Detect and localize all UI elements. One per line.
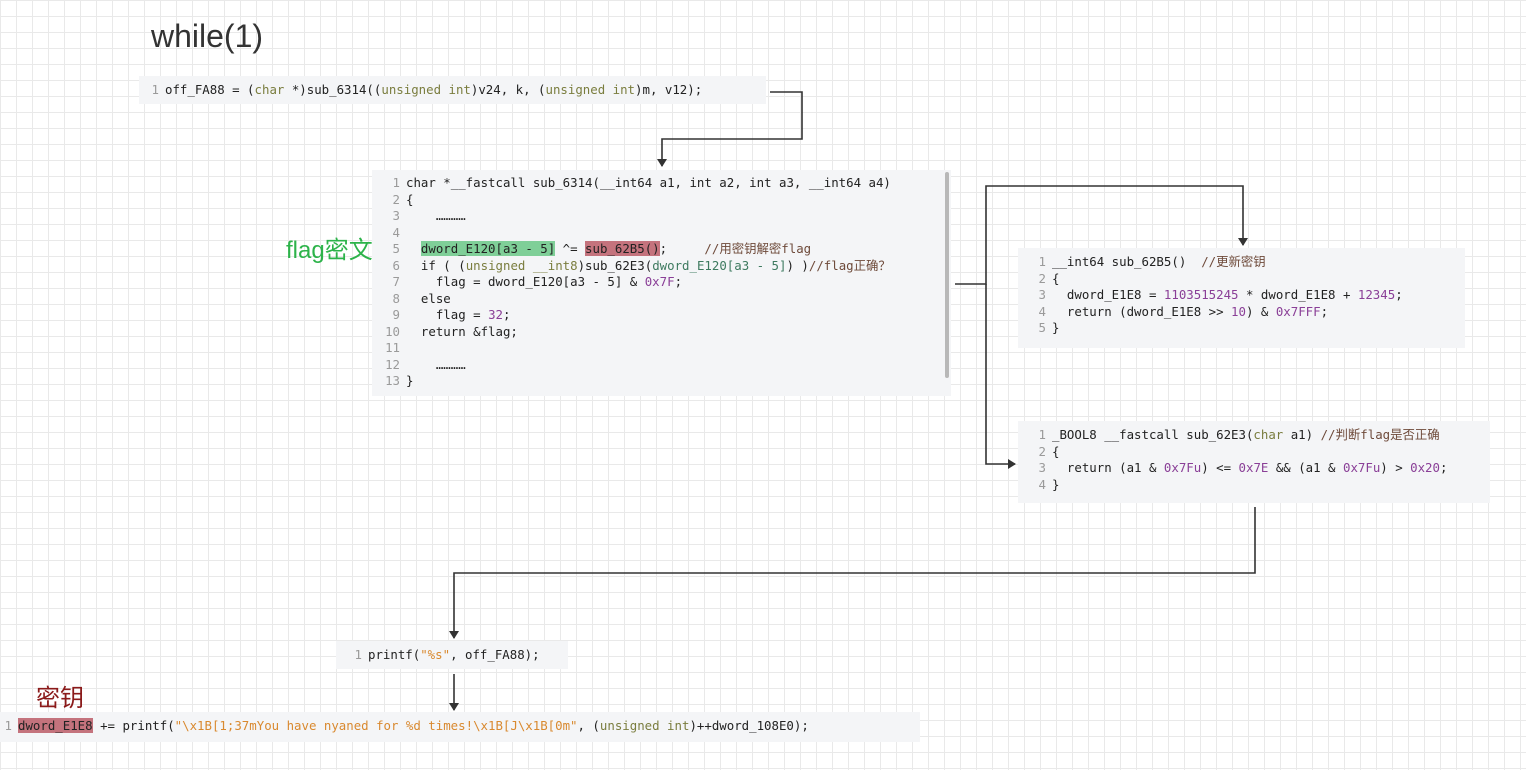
- arrow-to-sub62e3: [985, 284, 1016, 469]
- arrow-to-sub62b5: [955, 185, 1248, 285]
- flow-arrows: [449, 91, 1256, 711]
- arrow-call-to-sub6314: [657, 91, 803, 167]
- arrow-to-printf: [449, 507, 1256, 639]
